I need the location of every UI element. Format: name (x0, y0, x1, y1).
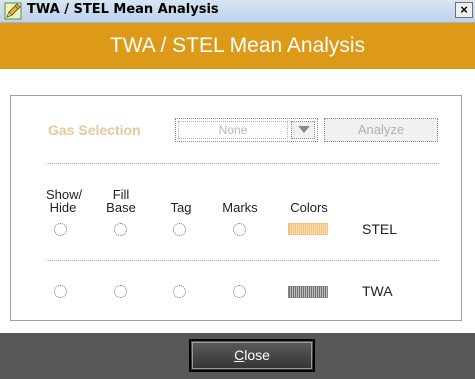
twa-marks-radio[interactable] (233, 285, 246, 298)
analyze-button[interactable]: Analyze (324, 118, 438, 142)
col-show-hide: Show/ Hide (46, 188, 82, 215)
footer-bar: Close (0, 333, 475, 379)
col-marks: Marks (222, 200, 258, 215)
gas-selection-dropdown[interactable]: None (175, 118, 318, 142)
stel-tag-radio[interactable] (173, 223, 186, 236)
chevron-down-icon (298, 126, 310, 133)
twa-fill-base-radio[interactable] (114, 285, 127, 298)
close-button-bevel (192, 342, 312, 369)
divider-middle (46, 260, 439, 261)
row-label-twa: TWA (362, 283, 393, 299)
close-icon[interactable]: × (455, 2, 473, 18)
analysis-window: TWA / STEL Mean Analysis × TWA / STEL Me… (0, 0, 475, 379)
pencil-app-icon (4, 2, 22, 20)
col-colors: Colors (290, 200, 328, 215)
gas-selection-value: None (178, 121, 288, 139)
close-button[interactable]: Close (189, 339, 315, 372)
page-title: TWA / STEL Mean Analysis (109, 34, 366, 57)
divider-top (46, 163, 439, 164)
col-show-hide-line2: Hide (49, 200, 77, 215)
col-fill-base: Fill Base (104, 188, 138, 214)
col-fill-base-line2: Base (106, 200, 136, 215)
stel-show-radio[interactable] (54, 223, 67, 236)
stel-color-swatch[interactable] (288, 223, 328, 235)
dropdown-button[interactable] (291, 121, 315, 139)
window-title: TWA / STEL Mean Analysis (27, 2, 219, 17)
twa-color-swatch[interactable] (288, 286, 328, 298)
stel-marks-radio[interactable] (233, 223, 246, 236)
col-tag: Tag (170, 200, 192, 215)
title-bar[interactable]: TWA / STEL Mean Analysis × (0, 0, 475, 23)
stel-fill-base-radio[interactable] (114, 223, 127, 236)
header-banner: TWA / STEL Mean Analysis (0, 23, 475, 69)
twa-show-radio[interactable] (54, 285, 67, 298)
gas-selection-label: Gas Selection (48, 122, 141, 138)
twa-tag-radio[interactable] (173, 285, 186, 298)
row-label-stel: STEL (362, 221, 398, 237)
